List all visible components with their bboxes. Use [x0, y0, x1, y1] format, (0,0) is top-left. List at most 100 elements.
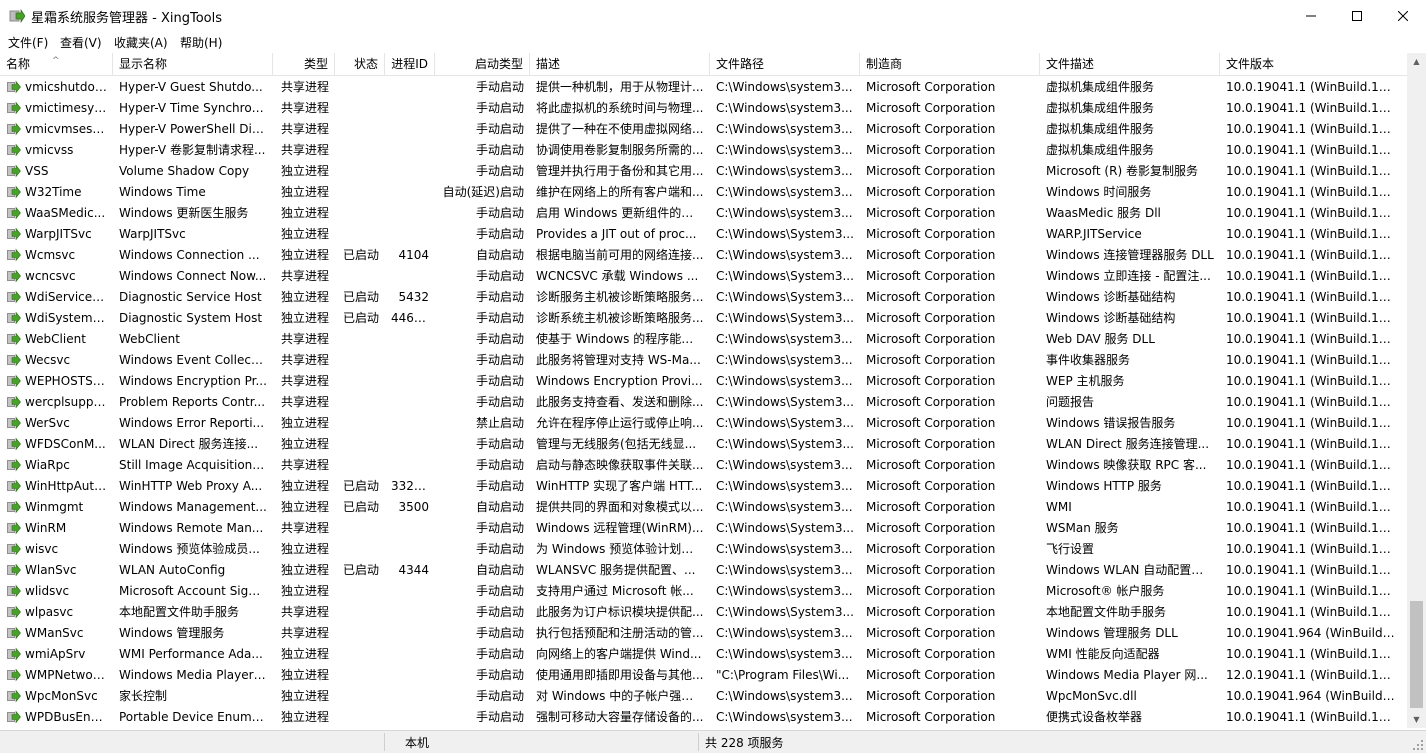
services-list[interactable]: 名称 ^ 显示名称 类型 状态 进程ID 启动类型 描述 文件路径 制造商 文件…: [0, 53, 1407, 728]
vertical-scrollbar[interactable]: ▲ ▼: [1407, 53, 1426, 728]
cell-manufacturer: Microsoft Corporation: [866, 248, 996, 262]
cell-start-type: 手动启动: [475, 206, 524, 220]
cell-status: [335, 77, 385, 98]
table-row[interactable]: wmiApSrv WMI Performance Ada... 独立进程 手动启动 向网…: [0, 644, 1407, 665]
table-row[interactable]: WPDBusEnum Portable Device Enume... 独立进程 手动…: [0, 707, 1407, 728]
table-row[interactable]: Wecsvc Windows Event Collector 共享进程 手动启动 此服务…: [0, 350, 1407, 371]
table-row[interactable]: WdiServiceH... Diagnostic Service Host 独立进…: [0, 287, 1407, 308]
table-row[interactable]: WFDSConM... WLAN Direct 服务连接... 独立进程 手动启动 管理…: [0, 434, 1407, 455]
table-row[interactable]: WpcMonSvc 家长控制 独立进程 手动启动对 Windows 中的子帐户强制..…: [0, 686, 1407, 707]
scroll-down-icon[interactable]: ▼: [1407, 711, 1426, 728]
table-row[interactable]: Wcmsvc Windows Connection ... 独立进程 已启动 4104 自…: [0, 245, 1407, 266]
cell-display-name: WebClient: [119, 332, 180, 346]
table-row[interactable]: WerSvc Windows Error Reporti... 独立进程 禁止启动 允许…: [0, 413, 1407, 434]
table-row[interactable]: VSS Volume Shadow Copy 独立进程 手动启动 管理并执行用于备份和其…: [0, 161, 1407, 182]
menu-view[interactable]: 查看(V): [60, 34, 102, 51]
cell-pid: [385, 392, 435, 413]
cell-file-description: Windows 诊断基础结构: [1046, 311, 1176, 325]
table-row[interactable]: WinHttpAuto... WinHTTP Web Proxy A... 独立进程…: [0, 476, 1407, 497]
table-row[interactable]: WebClient WebClient 共享进程 手动启动 使基于 Windows 的程…: [0, 329, 1407, 350]
cell-name: wercplsupport: [25, 395, 111, 409]
cell-description: 维护在网络上的所有客户端和...: [536, 185, 704, 199]
column-header-file-version[interactable]: 文件版本: [1220, 53, 1407, 75]
cell-status: [335, 119, 385, 140]
table-row[interactable]: vmictimesync Hyper-V Time Synchron... 共享进程…: [0, 98, 1407, 119]
cell-file-description: Windows 错误报告服务: [1046, 416, 1176, 430]
column-header-name[interactable]: 名称 ^: [0, 53, 113, 75]
cell-description: 向网络上的客户端提供 Wind...: [536, 647, 702, 661]
cell-file-version: 10.0.19041.1 (WinBuild.160...: [1226, 311, 1402, 325]
table-row[interactable]: vmicvss Hyper-V 卷影复制请求程... 共享进程 手动启动 协调使用卷影复…: [0, 140, 1407, 161]
column-header-pid[interactable]: 进程ID: [385, 53, 435, 75]
cell-status: 已启动: [342, 290, 379, 304]
cell-status: [335, 161, 385, 182]
cell-manufacturer: Microsoft Corporation: [866, 290, 996, 304]
table-row[interactable]: vmicvmsessi... Hyper-V PowerShell Dir... 共…: [0, 119, 1407, 140]
cell-type: 独立进程: [280, 584, 329, 598]
table-row[interactable]: WaaSMedic... Windows 更新医生服务 独立进程 手动启动 启用 Win…: [0, 203, 1407, 224]
cell-type: 共享进程: [280, 374, 329, 388]
cell-status: [335, 224, 385, 245]
column-header-start-type[interactable]: 启动类型: [435, 53, 530, 75]
cell-status: 已启动: [342, 563, 379, 577]
table-row[interactable]: wisvc Windows 预览体验成员... 独立进程 手动启动为 Windows …: [0, 539, 1407, 560]
cell-file-description: 虚拟机集成组件服务: [1046, 101, 1155, 115]
table-row[interactable]: wlidsvc Microsoft Account Sign... 独立进程 手动启动…: [0, 581, 1407, 602]
cell-file-description: 问题报告: [1046, 395, 1095, 409]
cell-start-type: 自动启动: [475, 500, 524, 514]
maximize-button[interactable]: [1334, 0, 1380, 32]
table-row[interactable]: WEPHOSTSVC Windows Encryption Pr... 共享进程 手动…: [0, 371, 1407, 392]
table-row[interactable]: WMPNetwor... Windows Media Player ... 独立进程…: [0, 665, 1407, 686]
cell-type: 独立进程: [280, 710, 329, 724]
cell-manufacturer: Microsoft Corporation: [866, 185, 996, 199]
column-header-file-path[interactable]: 文件路径: [710, 53, 860, 75]
column-header-display-name[interactable]: 显示名称: [113, 53, 273, 75]
cell-manufacturer: Microsoft Corporation: [866, 542, 996, 556]
cell-pid: [385, 77, 435, 98]
scroll-up-icon[interactable]: ▲: [1407, 53, 1426, 70]
resize-grip-icon[interactable]: [1412, 739, 1424, 751]
table-row[interactable]: WinRM Windows Remote Man... 共享进程 手动启动 Window…: [0, 518, 1407, 539]
column-header-manufacturer[interactable]: 制造商: [860, 53, 1040, 75]
table-row[interactable]: wlpasvc 本地配置文件助手服务 共享进程 手动启动 此服务为订户标识模块提供配..…: [0, 602, 1407, 623]
cell-status: [335, 329, 385, 350]
column-header-status[interactable]: 状态: [335, 53, 385, 75]
menu-help[interactable]: 帮助(H): [180, 34, 222, 51]
scrollbar-thumb[interactable]: [1410, 601, 1423, 708]
column-header-description[interactable]: 描述: [530, 53, 710, 75]
menu-favorites[interactable]: 收藏夹(A): [114, 34, 168, 51]
cell-file-version: 10.0.19041.1 (WinBuild.160...: [1226, 500, 1402, 514]
column-header-file-description[interactable]: 文件描述: [1040, 53, 1220, 75]
cell-start-type: 手动启动: [475, 80, 524, 94]
table-row[interactable]: wcncsvc Windows Connect Now... 共享进程 手动启动 WCN…: [0, 266, 1407, 287]
cell-file-path: C:\Windows\System3...: [716, 227, 854, 241]
cell-display-name: Hyper-V Time Synchron...: [119, 101, 271, 115]
cell-description: 执行包括预配和注册活动的管...: [536, 626, 704, 640]
cell-name: WPDBusEnum: [25, 710, 110, 724]
minimize-button[interactable]: [1288, 0, 1334, 32]
table-row[interactable]: wercplsupport Problem Reports Contr... 共享进…: [0, 392, 1407, 413]
column-header-type[interactable]: 类型: [273, 53, 335, 75]
table-row[interactable]: WManSvc Windows 管理服务 共享进程 手动启动 执行包括预配和注册活动的管…: [0, 623, 1407, 644]
cell-file-version: 10.0.19041.1 (WinBuild.160...: [1226, 227, 1402, 241]
table-row[interactable]: WlanSvc WLAN AutoConfig 独立进程 已启动 4344 自动启动 WLA…: [0, 560, 1407, 581]
cell-description: 对 Windows 中的子帐户强制...: [536, 689, 705, 703]
cell-file-description: Windows 连接管理器服务 DLL: [1046, 248, 1214, 262]
table-row[interactable]: WdiSystemH... Diagnostic System Host 独立进程已…: [0, 308, 1407, 329]
table-row[interactable]: WiaRpc Still Image Acquisition ... 共享进程 手动启…: [0, 455, 1407, 476]
menu-file[interactable]: 文件(F): [8, 34, 48, 51]
cell-name: wisvc: [25, 542, 59, 556]
table-row[interactable]: WarpJITSvc WarpJITSvc 独立进程 手动启动 Provides a J…: [0, 224, 1407, 245]
cell-pid: 33260: [391, 479, 430, 493]
cell-file-version: 10.0.19041.1 (WinBuild.160...: [1226, 437, 1402, 451]
cell-name: vmictimesync: [25, 101, 109, 115]
table-row[interactable]: W32Time Windows Time 独立进程 自动(延迟)启动 维护在网络上的所有…: [0, 182, 1407, 203]
close-button[interactable]: [1380, 0, 1426, 32]
table-row[interactable]: vmicshutdown Hyper-V Guest Shutdo... 共享进程 手…: [0, 77, 1407, 98]
cell-display-name: Hyper-V 卷影复制请求程...: [119, 143, 266, 157]
cell-start-type: 手动启动: [475, 395, 524, 409]
table-row[interactable]: Winmgmt Windows Management... 独立进程 已启动 3500 自…: [0, 497, 1407, 518]
cell-status: 已启动: [342, 311, 379, 325]
cell-file-path: C:\Windows\system3...: [716, 143, 853, 157]
cell-description: 提供共同的界面和对象模式以...: [536, 500, 704, 514]
